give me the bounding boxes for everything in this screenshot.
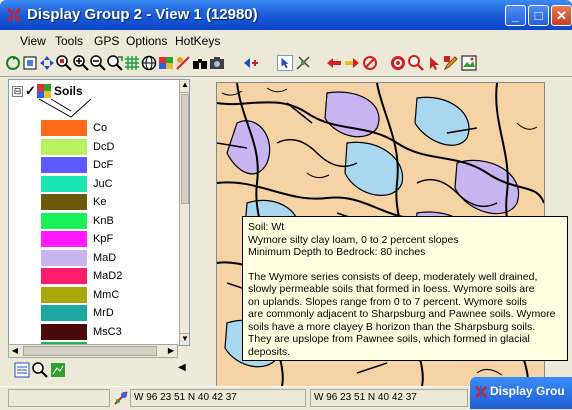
- legend-swatch: [41, 138, 87, 155]
- scroll-right-arrow-icon[interactable]: ▶: [165, 345, 177, 357]
- status-coordinates-2: W 96 23 51 N 40 42 37: [310, 389, 468, 407]
- menu-view[interactable]: View: [20, 34, 46, 48]
- status-message: [8, 389, 110, 407]
- tooltip-body-line: on uplands. Slopes range from 0 to 7 per…: [248, 295, 527, 308]
- maximize-button[interactable]: □: [528, 5, 549, 26]
- image-icon[interactable]: [461, 55, 477, 71]
- tooltip-body-line: They are upslope from Pawnee soils, whic…: [248, 333, 530, 345]
- legend-item-label: DcF: [93, 159, 114, 171]
- legend-item-label: JuC: [93, 177, 113, 190]
- legend-view-icon[interactable]: [14, 362, 30, 378]
- menu-hotkeys[interactable]: HotKeys: [175, 34, 220, 48]
- legend-item-label: MaD: [93, 251, 117, 264]
- legend-item-label: Co: [93, 122, 108, 134]
- legend-item-label: KpF: [93, 233, 114, 245]
- zoom-out-icon[interactable]: [90, 55, 106, 71]
- legend-swatch: [41, 323, 87, 340]
- soils-layer-icon: [37, 84, 51, 98]
- panel-collapse-arrow-icon[interactable]: ◀: [178, 362, 186, 373]
- soil-info-tooltip: Soil: Wt Wymore silty clay loam, 0 to 2 …: [242, 216, 568, 361]
- legend-item-label: KnB: [93, 214, 114, 227]
- tooltip-bedrock-depth: Minimum Depth to Bedrock: 80 inches: [248, 246, 426, 258]
- zoom-selection-icon[interactable]: [107, 55, 123, 71]
- legend-item-label: DcD: [93, 140, 115, 153]
- status-coordinates-1: W 96 23 51 N 40 42 37: [130, 389, 306, 407]
- minimize-button[interactable]: _: [505, 5, 526, 26]
- legend-swatch: [41, 194, 87, 210]
- tooltip-body-line: The Wymore series consists of deep, mode…: [248, 270, 538, 283]
- snap-icon[interactable]: [295, 55, 311, 71]
- camera-icon[interactable]: [209, 55, 225, 71]
- menu-options[interactable]: Options: [126, 34, 167, 48]
- full-extent-icon[interactable]: [22, 55, 38, 71]
- app-icon: [474, 385, 488, 399]
- tooltip-soil-name: Wymore silty clay loam, 0 to 2 percent s…: [248, 233, 459, 246]
- collapse-toggle[interactable]: ⊟: [12, 86, 23, 97]
- binoculars-icon[interactable]: [192, 55, 208, 71]
- tooltip-body-line: deposits.: [248, 345, 291, 358]
- legend-swatch: [41, 231, 87, 247]
- legend-swatch: [41, 249, 87, 266]
- legend-vertical-scrollbar[interactable]: ▲ ▼: [179, 80, 189, 345]
- title-bar[interactable]: Display Group 2 - View 1 (12980) _ □ ✕: [0, 0, 572, 30]
- app-icon: [6, 7, 22, 23]
- legend-swatch: [41, 268, 87, 284]
- legend-horizontal-scrollbar[interactable]: ◀ ▶: [8, 344, 178, 358]
- legend-map-icon[interactable]: [50, 362, 66, 378]
- magnify-icon[interactable]: [408, 55, 424, 71]
- layer-icon[interactable]: [158, 55, 174, 71]
- scroll-down-arrow-icon[interactable]: ▼: [180, 333, 189, 345]
- menu-tools[interactable]: Tools: [55, 34, 83, 48]
- gps-icon: [114, 391, 128, 405]
- close-button[interactable]: ✕: [551, 5, 572, 26]
- menu-gps[interactable]: GPS: [94, 34, 119, 48]
- window-title: Display Group 2 - View 1 (12980): [27, 6, 258, 23]
- tooltip-body-line: slowly permeable soils that formed in lo…: [248, 283, 535, 295]
- target-icon[interactable]: [390, 55, 406, 71]
- legend-swatch: [41, 212, 87, 229]
- legend-item-label: MaD2: [93, 270, 123, 282]
- legend-item-label: MsC3: [93, 325, 122, 338]
- pan-icon[interactable]: [39, 55, 55, 71]
- toolbar: [0, 50, 572, 77]
- legend-swatch: [41, 157, 87, 173]
- tooltip-body-line: soils have a more clayey B horizon than …: [248, 320, 536, 333]
- legend-item-label: Ke: [93, 196, 107, 208]
- previous-icon[interactable]: [326, 55, 342, 71]
- legend-search-icon[interactable]: [32, 362, 48, 378]
- legend-swatch: [41, 175, 87, 192]
- globe-icon[interactable]: [141, 55, 157, 71]
- second-window-title: Display Grou: [490, 384, 565, 398]
- tooltip-body-line: are commonly adjacent to Sharpsburg and …: [248, 308, 556, 320]
- add-layer-icon[interactable]: [243, 55, 259, 71]
- menu-bar: View Tools GPS Options HotKeys: [0, 30, 572, 50]
- second-window-titlebar[interactable]: Display Grou: [470, 377, 572, 409]
- scroll-up-arrow-icon[interactable]: ▲: [180, 80, 189, 93]
- zoom-box-icon[interactable]: [56, 55, 72, 71]
- stop-icon[interactable]: [362, 55, 378, 71]
- polygon-style-icon: [38, 98, 92, 118]
- pointer-icon[interactable]: [426, 55, 442, 71]
- grid-icon[interactable]: [124, 55, 140, 71]
- redraw-icon[interactable]: [5, 55, 21, 71]
- measure-icon[interactable]: [175, 55, 191, 71]
- legend-item-label: MmC: [93, 288, 120, 301]
- edit-icon[interactable]: [443, 55, 459, 71]
- legend-swatch: [41, 305, 87, 321]
- next-icon[interactable]: [344, 55, 360, 71]
- legend-swatch: [41, 286, 87, 303]
- tooltip-soil-id: Soil: Wt: [248, 221, 285, 233]
- legend-swatch: [41, 120, 87, 136]
- h-scroll-thumb[interactable]: [23, 346, 157, 356]
- zoom-in-icon[interactable]: [73, 55, 89, 71]
- select-tool-icon[interactable]: [277, 55, 293, 71]
- scroll-left-arrow-icon[interactable]: ◀: [9, 345, 21, 357]
- legend-item-label: MrD: [93, 307, 114, 319]
- scroll-thumb[interactable]: [181, 94, 189, 204]
- legend-panel: ⊟ ✓ Soils Co DcD DcF JuC Ke KnB KpF MaD MaD2 MmC M…: [8, 79, 190, 346]
- layer-name: Soils: [54, 84, 83, 98]
